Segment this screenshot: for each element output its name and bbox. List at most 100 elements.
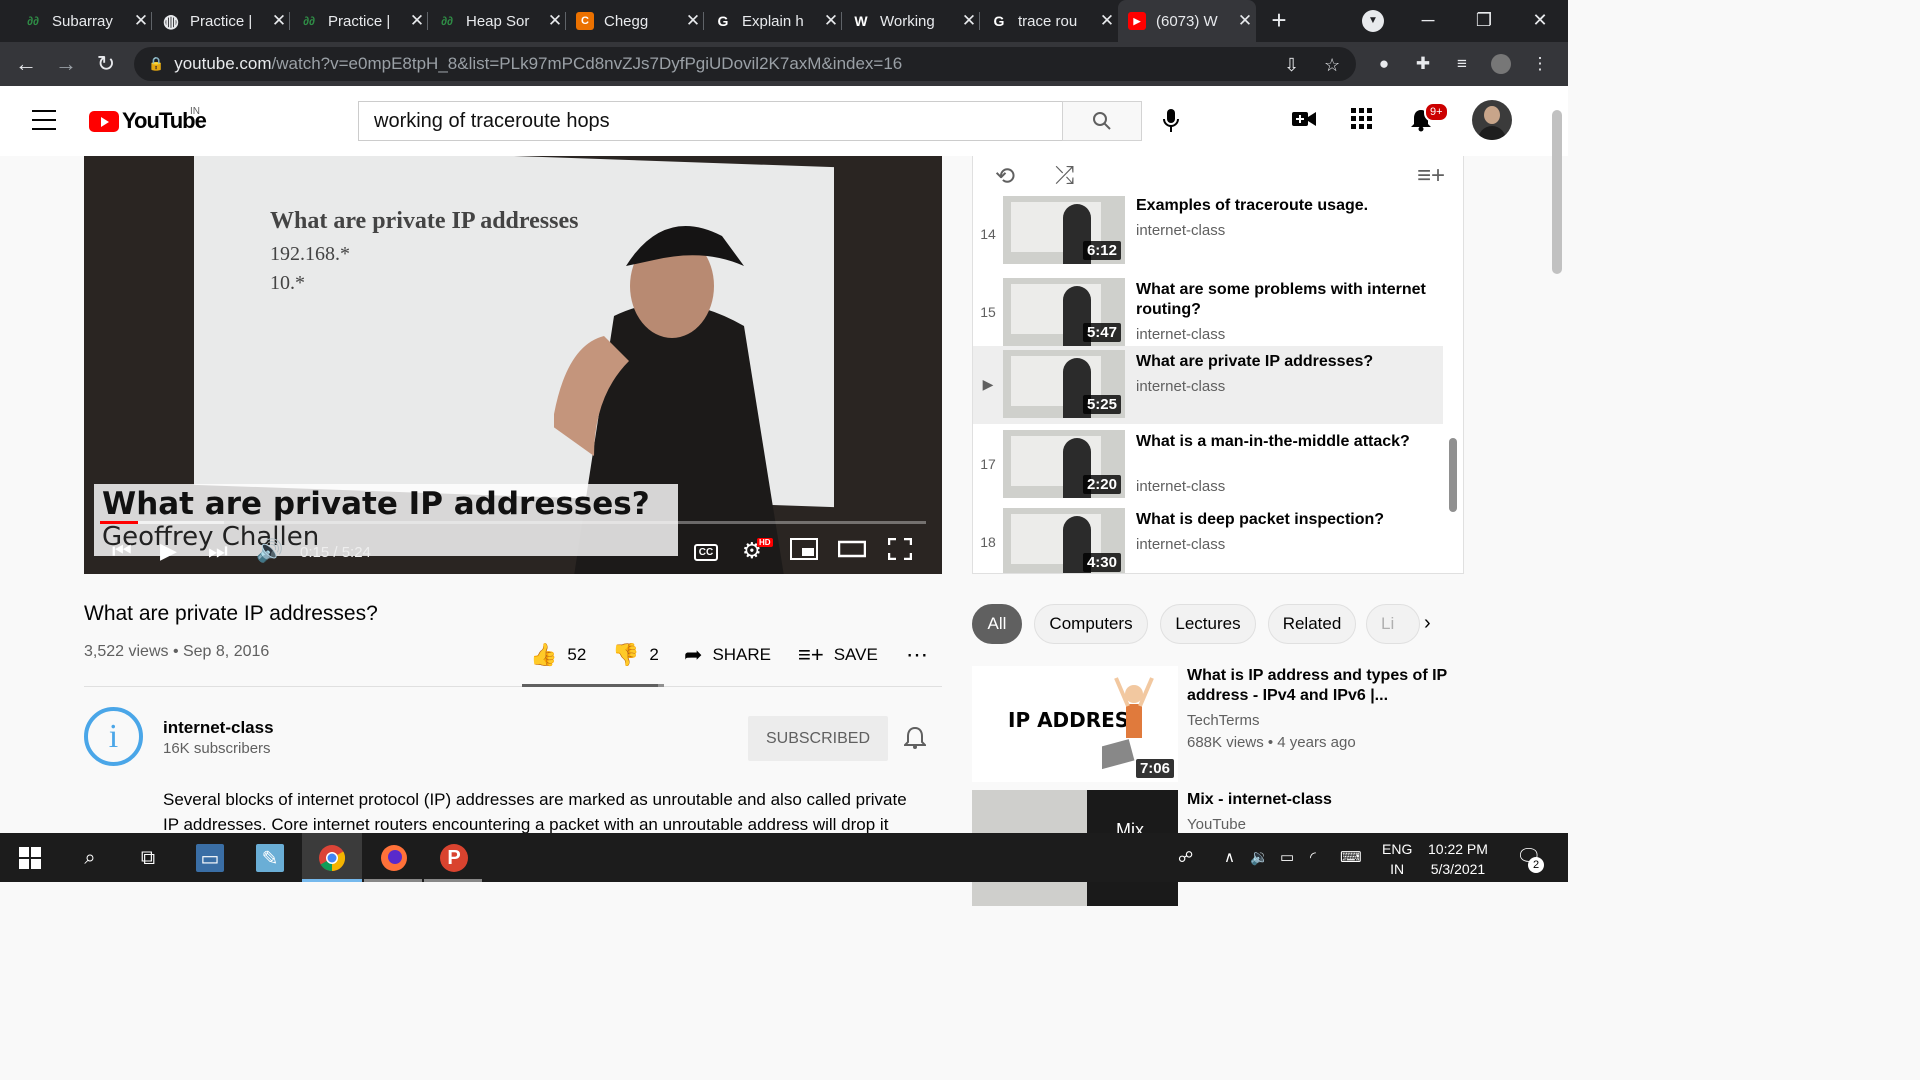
battery-icon[interactable]: ▭ — [1280, 848, 1294, 866]
hamburger-menu-icon[interactable] — [32, 110, 56, 130]
profile-avatar[interactable] — [1491, 54, 1511, 74]
address-bar[interactable]: 🔒 youtube.com/watch?v=e0mpE8tpH_8&list=P… — [134, 47, 1356, 81]
next-icon[interactable]: ⏭ — [208, 538, 228, 564]
video-progress-bar[interactable] — [100, 521, 926, 524]
recommended-video[interactable]: IP ADDRESS 7:06 What is IP address and typ… — [972, 666, 1464, 786]
youtube-logo[interactable]: YouTube IN — [89, 106, 207, 134]
page-scrollbar[interactable] — [1552, 110, 1562, 274]
filter-chip[interactable]: All — [972, 604, 1022, 644]
channel-avatar[interactable]: i — [84, 707, 143, 766]
task-view-icon[interactable]: ⧉ — [134, 844, 162, 872]
save-playlist-icon[interactable]: ≡+ — [1417, 162, 1445, 190]
media-control-icon[interactable]: ≡ — [1452, 54, 1472, 74]
windows-search-icon[interactable]: ⌕ — [76, 844, 104, 872]
theater-mode-icon[interactable] — [837, 538, 867, 566]
playlist-item[interactable]: 18 4:30 What is deep packet inspection? int… — [973, 504, 1443, 573]
user-avatar[interactable] — [1472, 100, 1512, 140]
close-tab-icon[interactable]: ✕ — [544, 11, 566, 31]
close-tab-icon[interactable]: ✕ — [130, 11, 152, 31]
remote-desktop-icon[interactable]: ▭ — [196, 844, 224, 872]
overlay-title: What are private IP addresses? — [102, 486, 650, 522]
video-duration: 5:25 — [1082, 395, 1121, 414]
search-button[interactable] — [1062, 101, 1142, 141]
progress-fill — [100, 521, 138, 524]
close-tab-icon[interactable]: ✕ — [958, 11, 980, 31]
browser-tab[interactable]: Gtrace rou ✕ — [980, 0, 1118, 42]
reload-icon[interactable]: ↻ — [92, 50, 120, 78]
close-tab-icon[interactable]: ✕ — [820, 11, 842, 31]
voice-search-button[interactable] — [1158, 108, 1184, 134]
close-window-icon[interactable]: ✕ — [1520, 6, 1560, 34]
share-button[interactable]: ➦ SHARE — [684, 642, 771, 668]
dislike-button[interactable]: 👎 2 — [612, 642, 659, 668]
browser-tab[interactable]: ∂∂ Heap Sor ✕ — [428, 0, 566, 42]
apps-grid-icon[interactable] — [1351, 108, 1373, 136]
volume-tray-icon[interactable]: 🔉 — [1250, 848, 1269, 866]
chrome-menu-icon[interactable]: ⋮ — [1530, 54, 1550, 74]
new-tab-button[interactable]: + — [1265, 6, 1293, 34]
bookmark-star-icon[interactable]: ☆ — [1324, 55, 1340, 76]
browser-tab[interactable]: C Chegg ✕ — [566, 0, 704, 42]
extensions-puzzle-icon[interactable]: ✚ — [1413, 54, 1433, 74]
windows-start-icon[interactable] — [16, 844, 44, 872]
close-tab-icon[interactable]: ✕ — [268, 11, 290, 31]
extension-icon[interactable]: ● — [1374, 54, 1394, 74]
install-app-icon[interactable]: ⇩ — [1284, 55, 1299, 76]
subtitles-cc-icon[interactable]: CC — [694, 544, 718, 561]
minimize-icon[interactable]: ─ — [1408, 6, 1448, 34]
playlist-item[interactable]: 14 6:12 Examples of traceroute usage. inter… — [973, 196, 1443, 274]
playlist-scrollbar[interactable] — [1449, 438, 1457, 512]
people-icon[interactable]: ☍ — [1178, 848, 1193, 866]
loop-playlist-icon[interactable]: ⟲ — [995, 162, 1015, 191]
video-player[interactable]: What are private IP addresses 192.168.* … — [84, 156, 942, 574]
firefox-icon[interactable] — [380, 844, 408, 872]
filter-chip[interactable]: Related — [1268, 604, 1356, 644]
playlist-item[interactable]: 17 2:20 What is a man-in-the-middle attack… — [973, 426, 1443, 504]
fullscreen-icon[interactable] — [887, 537, 913, 566]
notepad-icon[interactable]: ✎ — [256, 844, 284, 872]
forward-icon[interactable]: → — [52, 50, 80, 78]
like-button[interactable]: 👍 52 — [530, 642, 586, 668]
browser-tab[interactable]: ∂∂ Practice | ✕ — [290, 0, 428, 42]
chrome-icon[interactable] — [318, 844, 346, 872]
system-clock[interactable]: 10:22 PM 5/3/2021 — [1428, 839, 1488, 879]
previous-icon[interactable]: ⏮ — [112, 538, 132, 564]
play-icon[interactable]: ▶ — [160, 538, 177, 564]
wifi-icon[interactable]: ◜ — [1310, 848, 1316, 866]
tab-title: Chegg — [604, 12, 649, 30]
save-button[interactable]: ≡+ SAVE — [798, 642, 878, 668]
slide-title: What are private IP addresses — [270, 208, 579, 234]
browser-tab[interactable]: ∂∂ Subarray ✕ — [14, 0, 152, 42]
show-hidden-icons-icon[interactable]: ∧ — [1224, 848, 1235, 866]
tab-search-icon[interactable]: ▼ — [1362, 10, 1384, 32]
restore-icon[interactable]: ❐ — [1464, 6, 1504, 34]
shuffle-icon[interactable]: ⤮ — [1055, 162, 1074, 190]
close-tab-icon[interactable]: ✕ — [1096, 11, 1118, 31]
chip-next-icon[interactable]: › — [1424, 612, 1431, 635]
filter-chip[interactable]: Computers — [1034, 604, 1148, 644]
channel-name[interactable]: internet-class — [163, 718, 274, 738]
keyboard-icon[interactable]: ⌨ — [1340, 848, 1362, 866]
filter-chip[interactable]: Li — [1366, 604, 1420, 644]
playlist-item[interactable]: ▶ 5:25 What are private IP addresses? inter… — [973, 346, 1443, 424]
browser-tab[interactable]: ◍ Practice | ✕ — [152, 0, 290, 42]
close-tab-icon[interactable]: ✕ — [682, 11, 704, 31]
input-language[interactable]: ENG IN — [1382, 839, 1412, 879]
close-tab-icon[interactable]: ✕ — [1234, 11, 1256, 31]
app-p-icon[interactable]: P — [440, 844, 468, 872]
video-duration: 4:30 — [1082, 553, 1121, 572]
channel-notification-bell-icon[interactable] — [902, 726, 928, 756]
create-video-icon[interactable] — [1292, 108, 1316, 134]
browser-tab[interactable]: ▶ (6073) W ✕ — [1118, 0, 1256, 42]
browser-tab[interactable]: W Working ✕ — [842, 0, 980, 42]
browser-tab[interactable]: G Explain h ✕ — [704, 0, 842, 42]
filter-chip[interactable]: Lectures — [1160, 604, 1256, 644]
playlist-item[interactable]: 15 5:47 What are some problems with intern… — [973, 274, 1443, 352]
more-actions-icon[interactable]: ⋯ — [906, 642, 938, 668]
search-input[interactable]: working of traceroute hops — [358, 101, 1063, 141]
subscribed-button[interactable]: SUBSCRIBED — [748, 716, 888, 761]
back-icon[interactable]: ← — [12, 50, 40, 78]
miniplayer-icon[interactable] — [790, 538, 818, 566]
volume-icon[interactable]: 🔊 — [256, 538, 283, 564]
close-tab-icon[interactable]: ✕ — [406, 11, 428, 31]
